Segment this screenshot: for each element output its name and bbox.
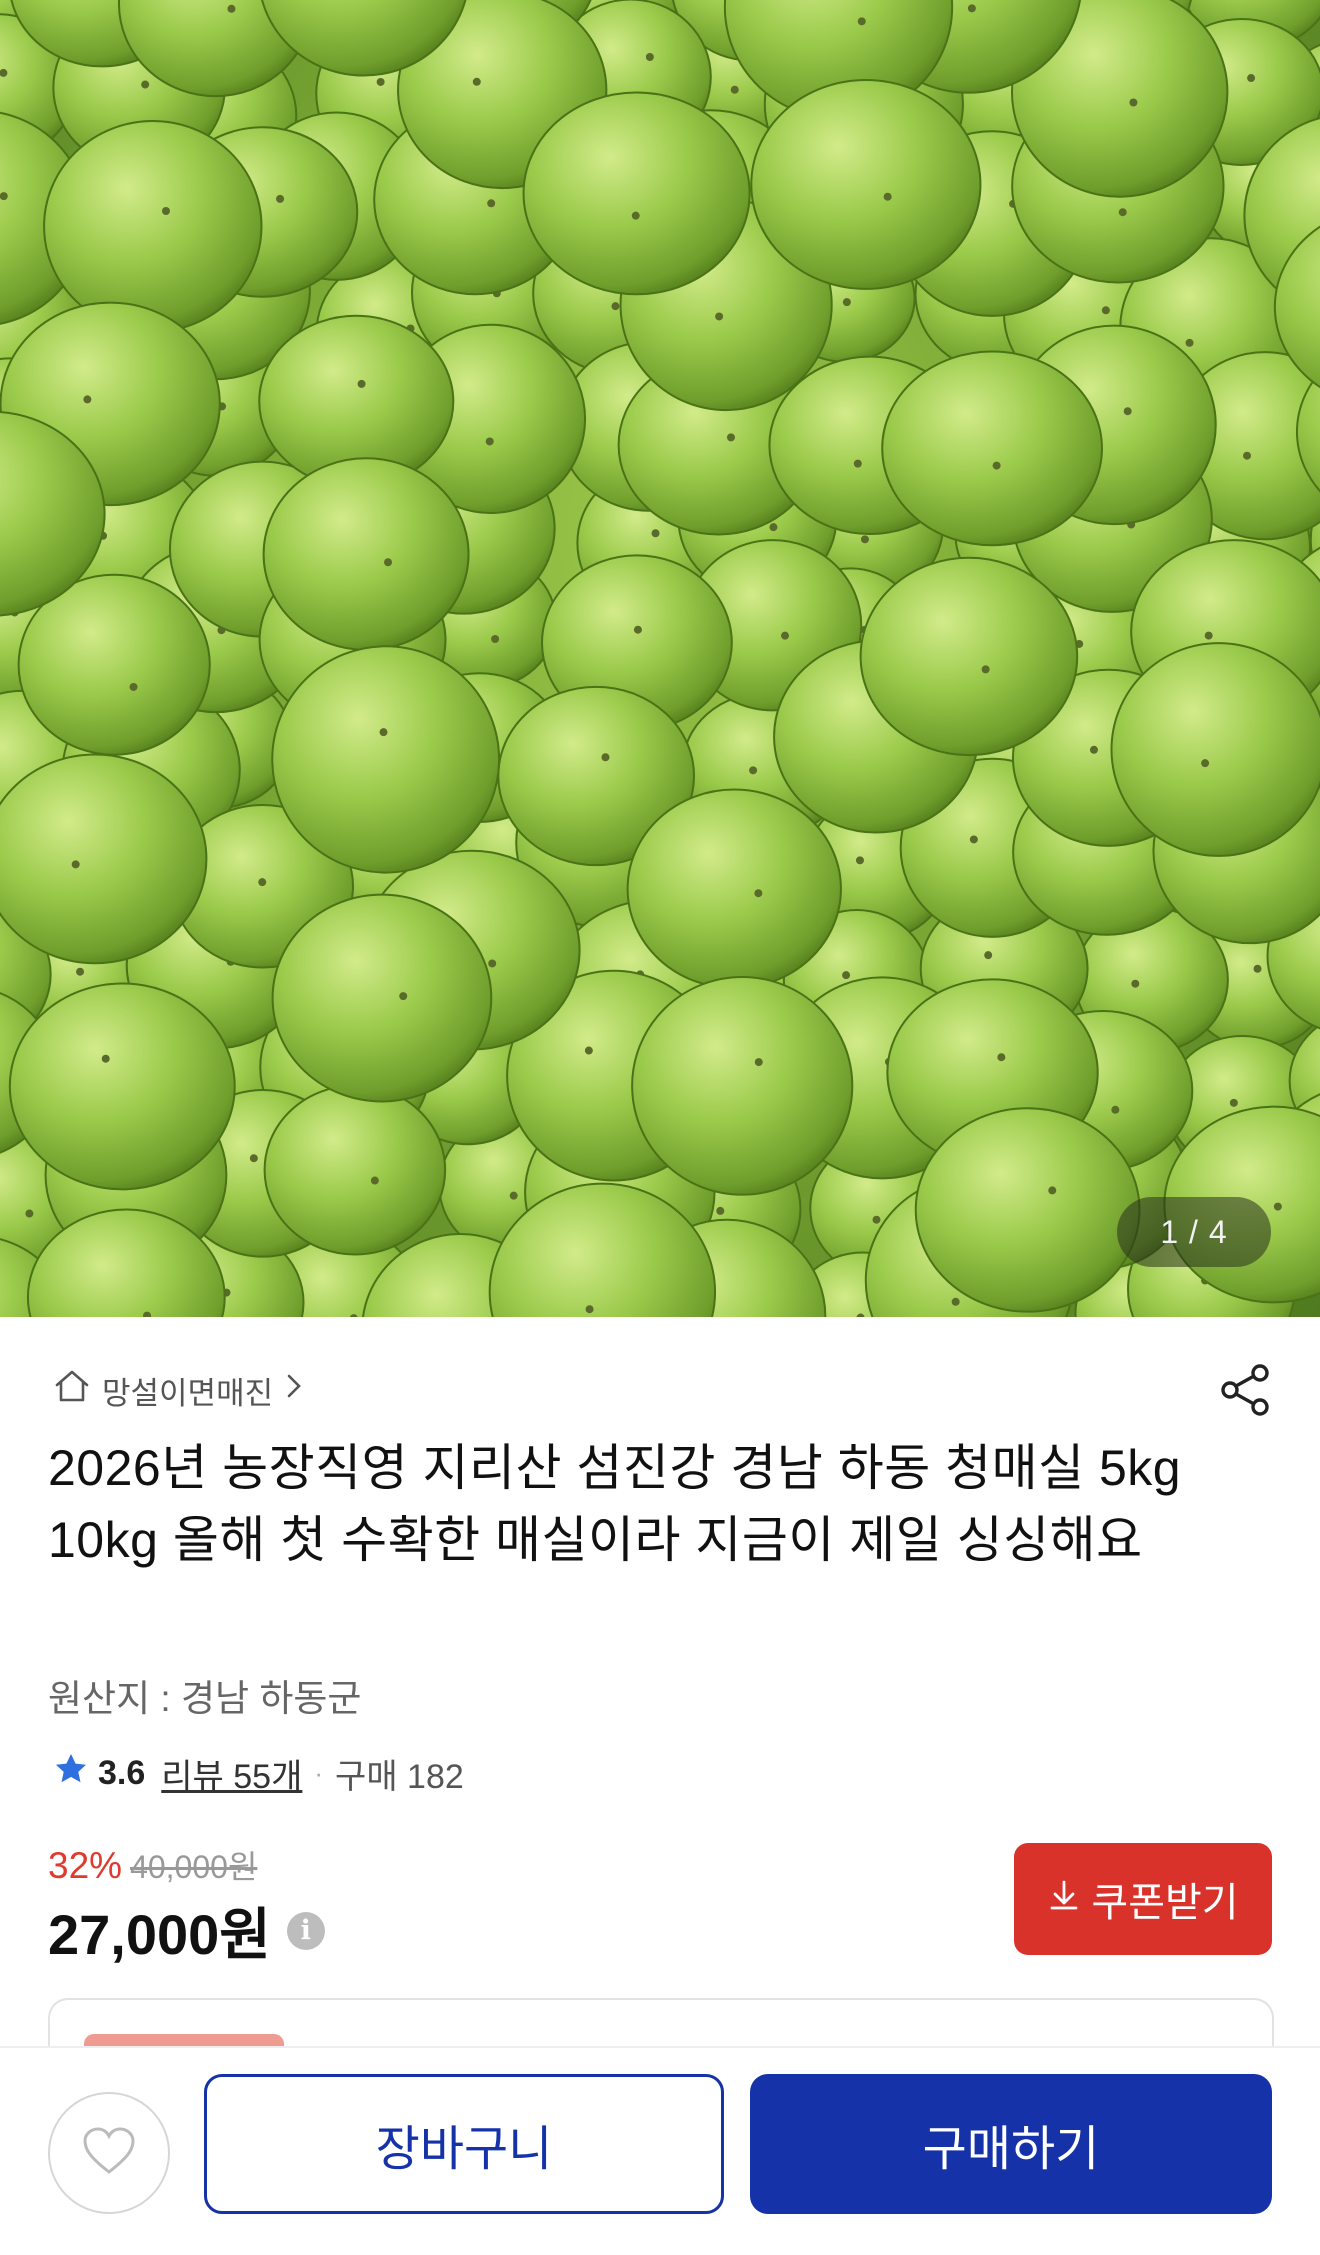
coupon-button[interactable]: 쿠폰받기	[1014, 1843, 1272, 1955]
plum-shape	[859, 556, 1079, 757]
plum-shape	[43, 119, 263, 333]
origin-info: 원산지 : 경남 하동군	[48, 1678, 362, 1719]
plums-illustration	[0, 0, 1320, 1317]
add-to-cart-button[interactable]: 장바구니	[204, 2074, 724, 2214]
bottom-action-bar: 장바구니 구매하기	[0, 2046, 1320, 2255]
price-row: 27,000원 i	[48, 1890, 325, 1971]
purchase-count: 구매 182	[335, 1757, 464, 1796]
review-link[interactable]: 리뷰 55개	[161, 1749, 302, 1798]
plum-shape	[262, 457, 470, 651]
info-icon[interactable]: i	[286, 1911, 325, 1950]
plum-shape	[881, 350, 1103, 547]
plum-shape	[8, 982, 236, 1191]
image-page-indicator: 1 / 4	[1117, 1197, 1271, 1267]
plum-shape	[626, 788, 842, 990]
plum-shape	[750, 79, 982, 290]
buy-now-button[interactable]: 구매하기	[750, 2074, 1272, 2214]
plum-shape	[914, 1107, 1141, 1313]
sale-price: 27,000원	[48, 1903, 271, 1966]
plum-shape	[263, 1084, 447, 1256]
download-icon	[1047, 1877, 1081, 1922]
heart-icon	[81, 2126, 137, 2181]
plum-shape	[631, 975, 854, 1196]
store-link[interactable]: 망설이면매진	[52, 1365, 303, 1415]
star-icon	[52, 1750, 90, 1797]
product-title: 2026년 농장직영 지리산 섬진강 경남 하동 청매실 5kg 10kg 올해…	[48, 1440, 1182, 1568]
coupon-label: 쿠폰받기	[1091, 1881, 1239, 1925]
product-image[interactable]: 1 / 4	[0, 0, 1320, 1317]
plum-shape	[271, 645, 501, 874]
store-name: 망설이면매진	[102, 1375, 274, 1411]
plum-shape	[522, 91, 751, 296]
plum-shape	[0, 753, 208, 965]
like-button[interactable]	[48, 2092, 170, 2214]
discount-rate: 32%	[48, 1845, 123, 1886]
separator-dot: ·	[314, 1757, 324, 1788]
original-price: 40,000원	[130, 1849, 258, 1885]
discount-row: 32% 40,000원	[48, 1842, 257, 1888]
home-icon	[52, 1366, 92, 1414]
rating-row: 3.6 리뷰 55개 · 구매 182	[52, 1748, 464, 1798]
rating-score: 3.6	[98, 1753, 146, 1792]
plum-shape	[271, 893, 493, 1103]
plum-shape	[1110, 642, 1320, 857]
share-icon[interactable]	[1218, 1362, 1274, 1418]
chevron-right-icon	[285, 1373, 303, 1407]
